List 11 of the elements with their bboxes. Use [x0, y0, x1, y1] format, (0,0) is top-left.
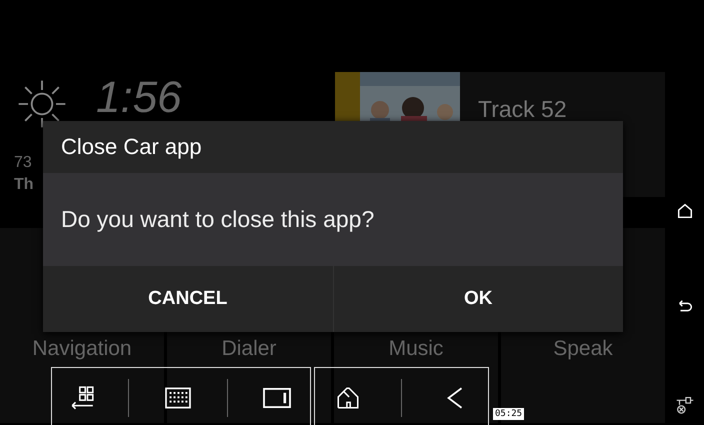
temperature: 73 — [14, 154, 32, 172]
clock: 1:56 — [96, 76, 182, 120]
time-tag: 05:25 — [493, 408, 524, 420]
tile-label: Music — [388, 337, 444, 361]
tile-label: Speak — [553, 337, 613, 361]
tile-label: Navigation — [32, 337, 132, 361]
dialog-message: Do you want to close this app? — [61, 206, 374, 233]
day-label: Th — [14, 176, 34, 194]
tile-label: Dialer — [222, 337, 276, 361]
dialog-title: Close Car app — [61, 134, 202, 160]
track-title: Track 52 — [478, 96, 567, 123]
